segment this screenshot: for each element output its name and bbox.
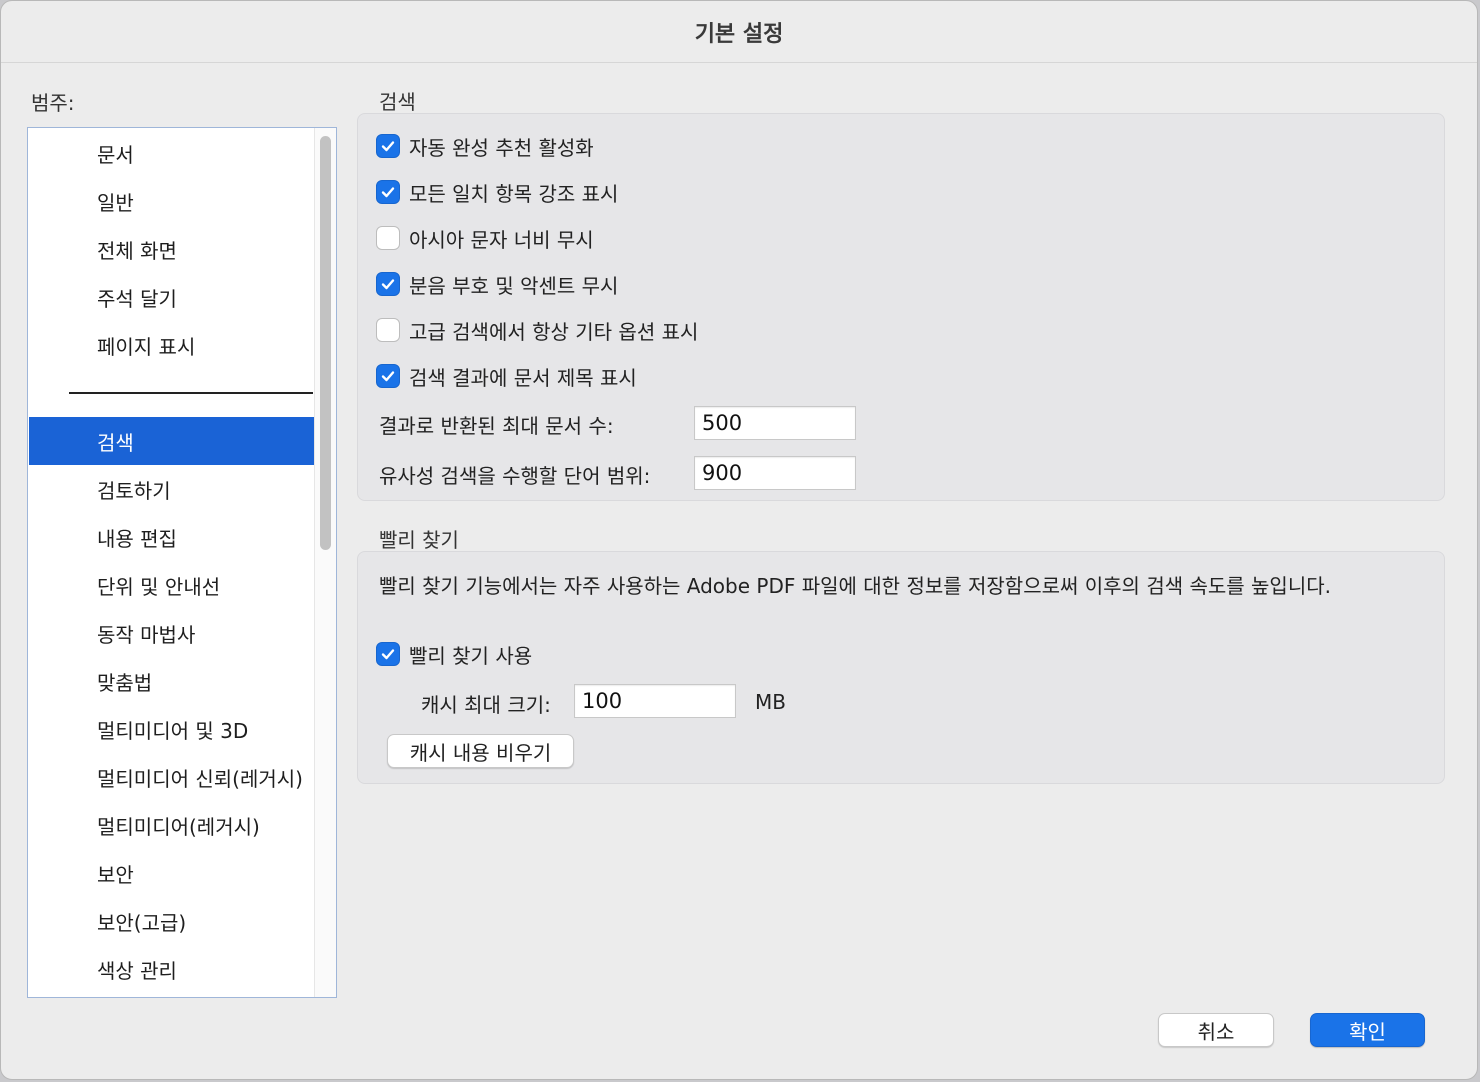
checkbox-checked-icon[interactable]: [376, 642, 400, 666]
option-ignore-diacritics[interactable]: 분음 부호 및 악센트 무시: [376, 269, 618, 299]
category-item[interactable]: 멀티미디어(레거시): [29, 801, 314, 849]
category-item[interactable]: 맞춤법: [29, 657, 314, 705]
category-item[interactable]: 검토하기: [29, 465, 314, 513]
cache-size-label: 캐시 최대 크기:: [421, 693, 551, 717]
category-item[interactable]: 보안: [29, 849, 314, 897]
proximity-range-input[interactable]: 900: [694, 456, 856, 490]
checkbox-unchecked-icon[interactable]: [376, 226, 400, 250]
max-docs-input[interactable]: 500: [694, 406, 856, 440]
category-item[interactable]: 문서: [29, 129, 314, 177]
option-autocomplete[interactable]: 자동 완성 추천 활성화: [376, 131, 594, 161]
checkbox-checked-icon[interactable]: [376, 134, 400, 158]
search-options-group: [357, 113, 1445, 501]
cancel-button[interactable]: 취소: [1158, 1013, 1274, 1047]
category-item[interactable]: 동작 마법사: [29, 609, 314, 657]
dialog-title: 기본 설정: [1, 1, 1477, 63]
preferences-dialog: 기본 설정 범주: 문서 일반 전체 화면 주석 달기 페이지 표시 검색 검토…: [0, 0, 1478, 1080]
option-show-doc-title[interactable]: 검색 결과에 문서 제목 표시: [376, 361, 637, 391]
option-label: 모든 일치 항목 강조 표시: [409, 181, 619, 206]
option-fast-find-enable[interactable]: 빨리 찾기 사용: [376, 639, 532, 669]
max-docs-label: 결과로 반환된 최대 문서 수:: [379, 414, 614, 438]
category-separator: [69, 392, 313, 394]
option-label: 고급 검색에서 항상 기타 옵션 표시: [409, 319, 699, 344]
option-ignore-asian-width[interactable]: 아시아 문자 너비 무시: [376, 223, 594, 253]
search-section-title: 검색: [379, 90, 416, 114]
categories-label: 범주:: [31, 91, 75, 115]
category-item[interactable]: 페이지 표시: [29, 321, 314, 369]
option-highlight-all[interactable]: 모든 일치 항목 강조 표시: [376, 177, 618, 207]
option-label: 아시아 문자 너비 무시: [409, 227, 594, 252]
checkbox-checked-icon[interactable]: [376, 180, 400, 204]
checkbox-checked-icon[interactable]: [376, 272, 400, 296]
option-label: 자동 완성 추천 활성화: [409, 135, 594, 160]
category-item[interactable]: 색상 관리: [29, 945, 314, 993]
ok-button[interactable]: 확인: [1310, 1013, 1425, 1047]
category-item[interactable]: 단위 및 안내선: [29, 561, 314, 609]
clear-cache-button[interactable]: 캐시 내용 비우기: [387, 734, 574, 768]
scrollbar-thumb[interactable]: [320, 136, 331, 550]
option-label: 빨리 찾기 사용: [409, 643, 533, 668]
category-item[interactable]: 주석 달기: [29, 273, 314, 321]
category-item[interactable]: 전체 화면: [29, 225, 314, 273]
categories-scrollbar[interactable]: [314, 128, 336, 997]
fast-find-description: 빨리 찾기 기능에서는 자주 사용하는 Adobe PDF 파일에 대한 정보를…: [379, 574, 1331, 598]
cache-unit: MB: [755, 690, 786, 714]
proximity-range-label: 유사성 검색을 수행할 단어 범위:: [379, 464, 651, 488]
category-item[interactable]: 일반: [29, 177, 314, 225]
checkbox-unchecked-icon[interactable]: [376, 318, 400, 342]
option-advanced-more-options[interactable]: 고급 검색에서 항상 기타 옵션 표시: [376, 315, 698, 345]
fast-find-section-title: 빨리 찾기: [379, 528, 459, 552]
category-item[interactable]: 보안(고급): [29, 897, 314, 945]
category-item[interactable]: 멀티미디어 신뢰(레거시): [29, 753, 314, 801]
option-label: 분음 부호 및 악센트 무시: [409, 273, 619, 298]
cache-size-input[interactable]: 100: [574, 684, 736, 718]
category-item-selected[interactable]: 검색: [29, 417, 314, 465]
category-item[interactable]: 내용 편집: [29, 513, 314, 561]
category-item[interactable]: 멀티미디어 및 3D: [29, 705, 314, 753]
checkbox-checked-icon[interactable]: [376, 364, 400, 388]
categories-list[interactable]: 문서 일반 전체 화면 주석 달기 페이지 표시 검색 검토하기 내용 편집 단…: [27, 127, 337, 998]
option-label: 검색 결과에 문서 제목 표시: [409, 365, 637, 390]
